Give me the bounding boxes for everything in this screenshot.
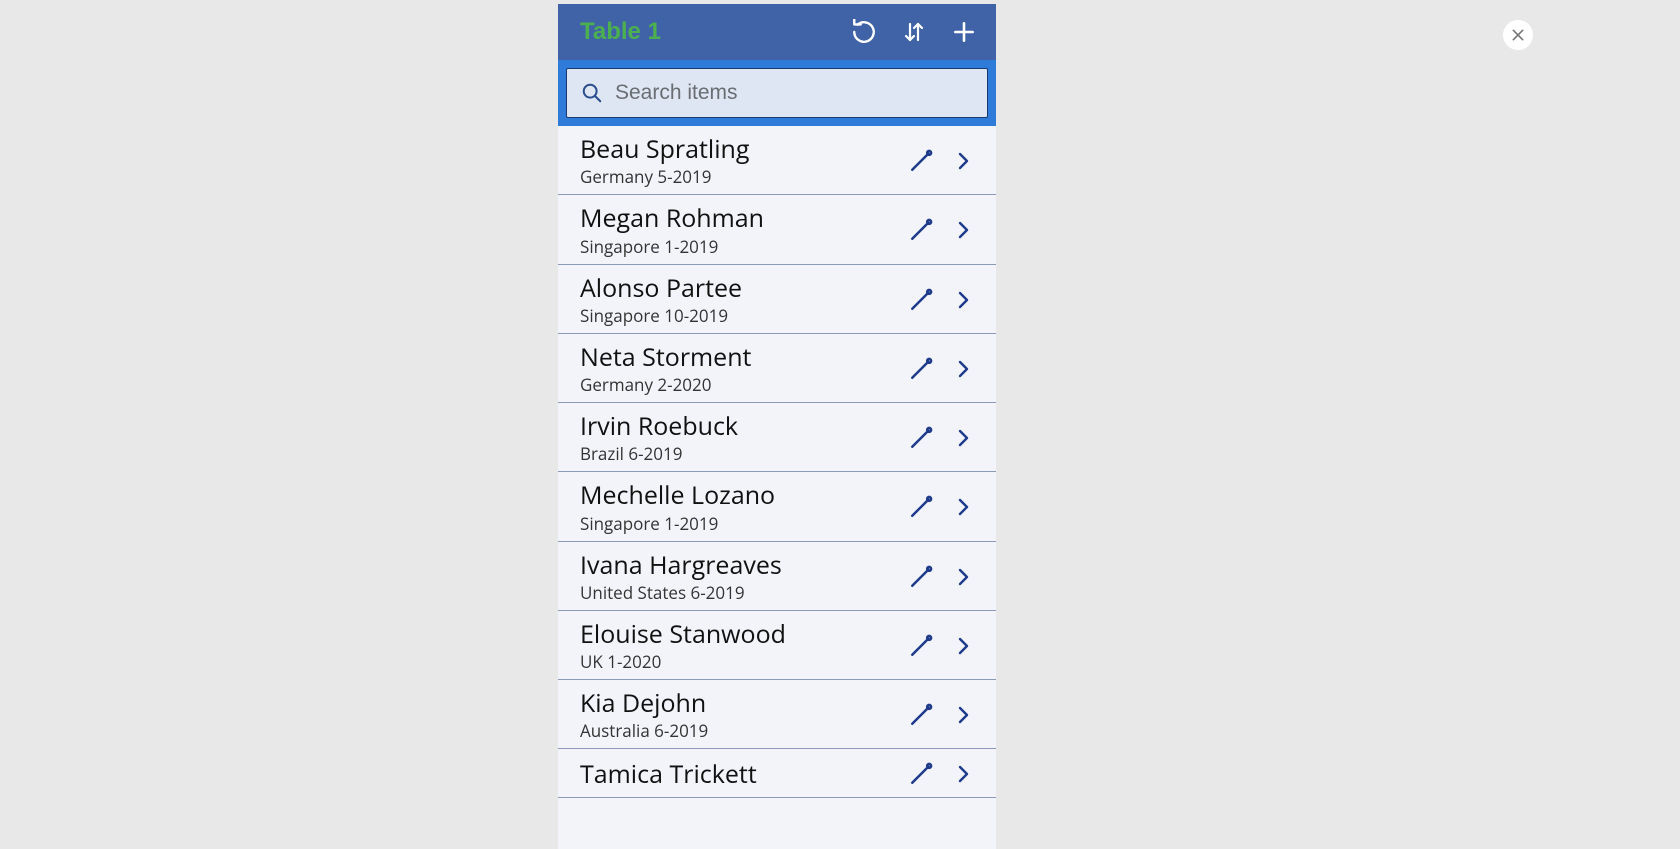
open-button[interactable] (946, 421, 980, 455)
pencil-icon (906, 700, 936, 730)
search-box[interactable] (566, 68, 988, 118)
list-item[interactable]: Mechelle LozanoSingapore 1-2019 (558, 472, 996, 541)
open-button[interactable] (946, 352, 980, 386)
add-button[interactable] (950, 18, 978, 46)
chevron-right-icon (951, 426, 975, 450)
list-item-name: Irvin Roebuck (580, 411, 896, 442)
list-item[interactable]: Megan RohmanSingapore 1-2019 (558, 195, 996, 264)
list-item-text: Irvin RoebuckBrazil 6-2019 (580, 411, 896, 465)
list-item-name: Beau Spratling (580, 134, 896, 165)
list-item-name: Ivana Hargreaves (580, 550, 896, 581)
edit-button[interactable] (904, 352, 938, 386)
chevron-right-icon (951, 762, 975, 786)
open-button[interactable] (946, 698, 980, 732)
chevron-right-icon (951, 149, 975, 173)
chevron-right-icon (951, 703, 975, 727)
chevron-right-icon (951, 565, 975, 589)
edit-button[interactable] (904, 213, 938, 247)
close-icon (1510, 27, 1526, 43)
pencil-icon (906, 423, 936, 453)
open-button[interactable] (946, 144, 980, 178)
pencil-icon (906, 285, 936, 315)
list-item-subtitle: UK 1-2020 (580, 650, 896, 673)
chevron-right-icon (951, 218, 975, 242)
search-input[interactable] (615, 81, 973, 105)
list-item-name: Kia Dejohn (580, 688, 896, 719)
pencil-icon (906, 631, 936, 661)
list-item-subtitle: Australia 6-2019 (580, 719, 896, 742)
pencil-icon (906, 562, 936, 592)
pencil-icon (906, 215, 936, 245)
open-button[interactable] (946, 490, 980, 524)
edit-button[interactable] (904, 698, 938, 732)
open-button[interactable] (946, 283, 980, 317)
chevron-right-icon (951, 357, 975, 381)
list-item[interactable]: Elouise StanwoodUK 1-2020 (558, 611, 996, 680)
app-panel: Table 1 (558, 4, 996, 849)
close-button[interactable] (1503, 20, 1533, 50)
list-item-name: Elouise Stanwood (580, 619, 896, 650)
pencil-icon (906, 759, 936, 789)
list-item[interactable]: Tamica Trickett (558, 749, 996, 798)
titlebar: Table 1 (558, 4, 996, 60)
list-item-subtitle: Brazil 6-2019 (580, 442, 896, 465)
list-item-subtitle: Germany 5-2019 (580, 165, 896, 188)
chevron-right-icon (951, 288, 975, 312)
list-item-subtitle: Germany 2-2020 (580, 373, 896, 396)
list-item-text: Ivana HargreavesUnited States 6-2019 (580, 550, 896, 604)
list-item[interactable]: Irvin RoebuckBrazil 6-2019 (558, 403, 996, 472)
edit-button[interactable] (904, 757, 938, 791)
table-title: Table 1 (580, 18, 828, 46)
sort-button[interactable] (900, 18, 928, 46)
search-icon (581, 82, 603, 104)
list-item-text: Neta StormentGermany 2-2020 (580, 342, 896, 396)
pencil-icon (906, 492, 936, 522)
list-item-name: Megan Rohman (580, 203, 896, 234)
search-highlight (558, 60, 996, 126)
list-item-text: Mechelle LozanoSingapore 1-2019 (580, 480, 896, 534)
edit-button[interactable] (904, 283, 938, 317)
chevron-right-icon (951, 495, 975, 519)
list-item-name: Tamica Trickett (580, 759, 896, 790)
list-item-name: Mechelle Lozano (580, 480, 896, 511)
edit-button[interactable] (904, 144, 938, 178)
sort-icon (902, 19, 926, 45)
open-button[interactable] (946, 757, 980, 791)
list-item-text: Alonso ParteeSingapore 10-2019 (580, 273, 896, 327)
open-button[interactable] (946, 560, 980, 594)
edit-button[interactable] (904, 560, 938, 594)
list-item[interactable]: Alonso ParteeSingapore 10-2019 (558, 265, 996, 334)
list-item-text: Elouise StanwoodUK 1-2020 (580, 619, 896, 673)
list-item-subtitle: Singapore 10-2019 (580, 304, 896, 327)
pencil-icon (906, 354, 936, 384)
plus-icon (951, 19, 977, 45)
list-item[interactable]: Neta StormentGermany 2-2020 (558, 334, 996, 403)
list-item[interactable]: Beau SpratlingGermany 5-2019 (558, 126, 996, 195)
list-item-subtitle: United States 6-2019 (580, 581, 896, 604)
list-item-text: Megan RohmanSingapore 1-2019 (580, 203, 896, 257)
list-item[interactable]: Kia DejohnAustralia 6-2019 (558, 680, 996, 749)
items-list[interactable]: Beau SpratlingGermany 5-2019 Megan Rohman… (558, 126, 996, 849)
list-item-text: Tamica Trickett (580, 759, 896, 790)
list-item-text: Kia DejohnAustralia 6-2019 (580, 688, 896, 742)
list-item-name: Neta Storment (580, 342, 896, 373)
refresh-button[interactable] (850, 18, 878, 46)
list-item-subtitle: Singapore 1-2019 (580, 235, 896, 258)
list-item-name: Alonso Partee (580, 273, 896, 304)
chevron-right-icon (951, 634, 975, 658)
refresh-icon (851, 19, 877, 45)
list-item-subtitle: Singapore 1-2019 (580, 512, 896, 535)
open-button[interactable] (946, 213, 980, 247)
edit-button[interactable] (904, 421, 938, 455)
list-item[interactable]: Ivana HargreavesUnited States 6-2019 (558, 542, 996, 611)
pencil-icon (906, 146, 936, 176)
list-item-text: Beau SpratlingGermany 5-2019 (580, 134, 896, 188)
open-button[interactable] (946, 629, 980, 663)
edit-button[interactable] (904, 490, 938, 524)
edit-button[interactable] (904, 629, 938, 663)
